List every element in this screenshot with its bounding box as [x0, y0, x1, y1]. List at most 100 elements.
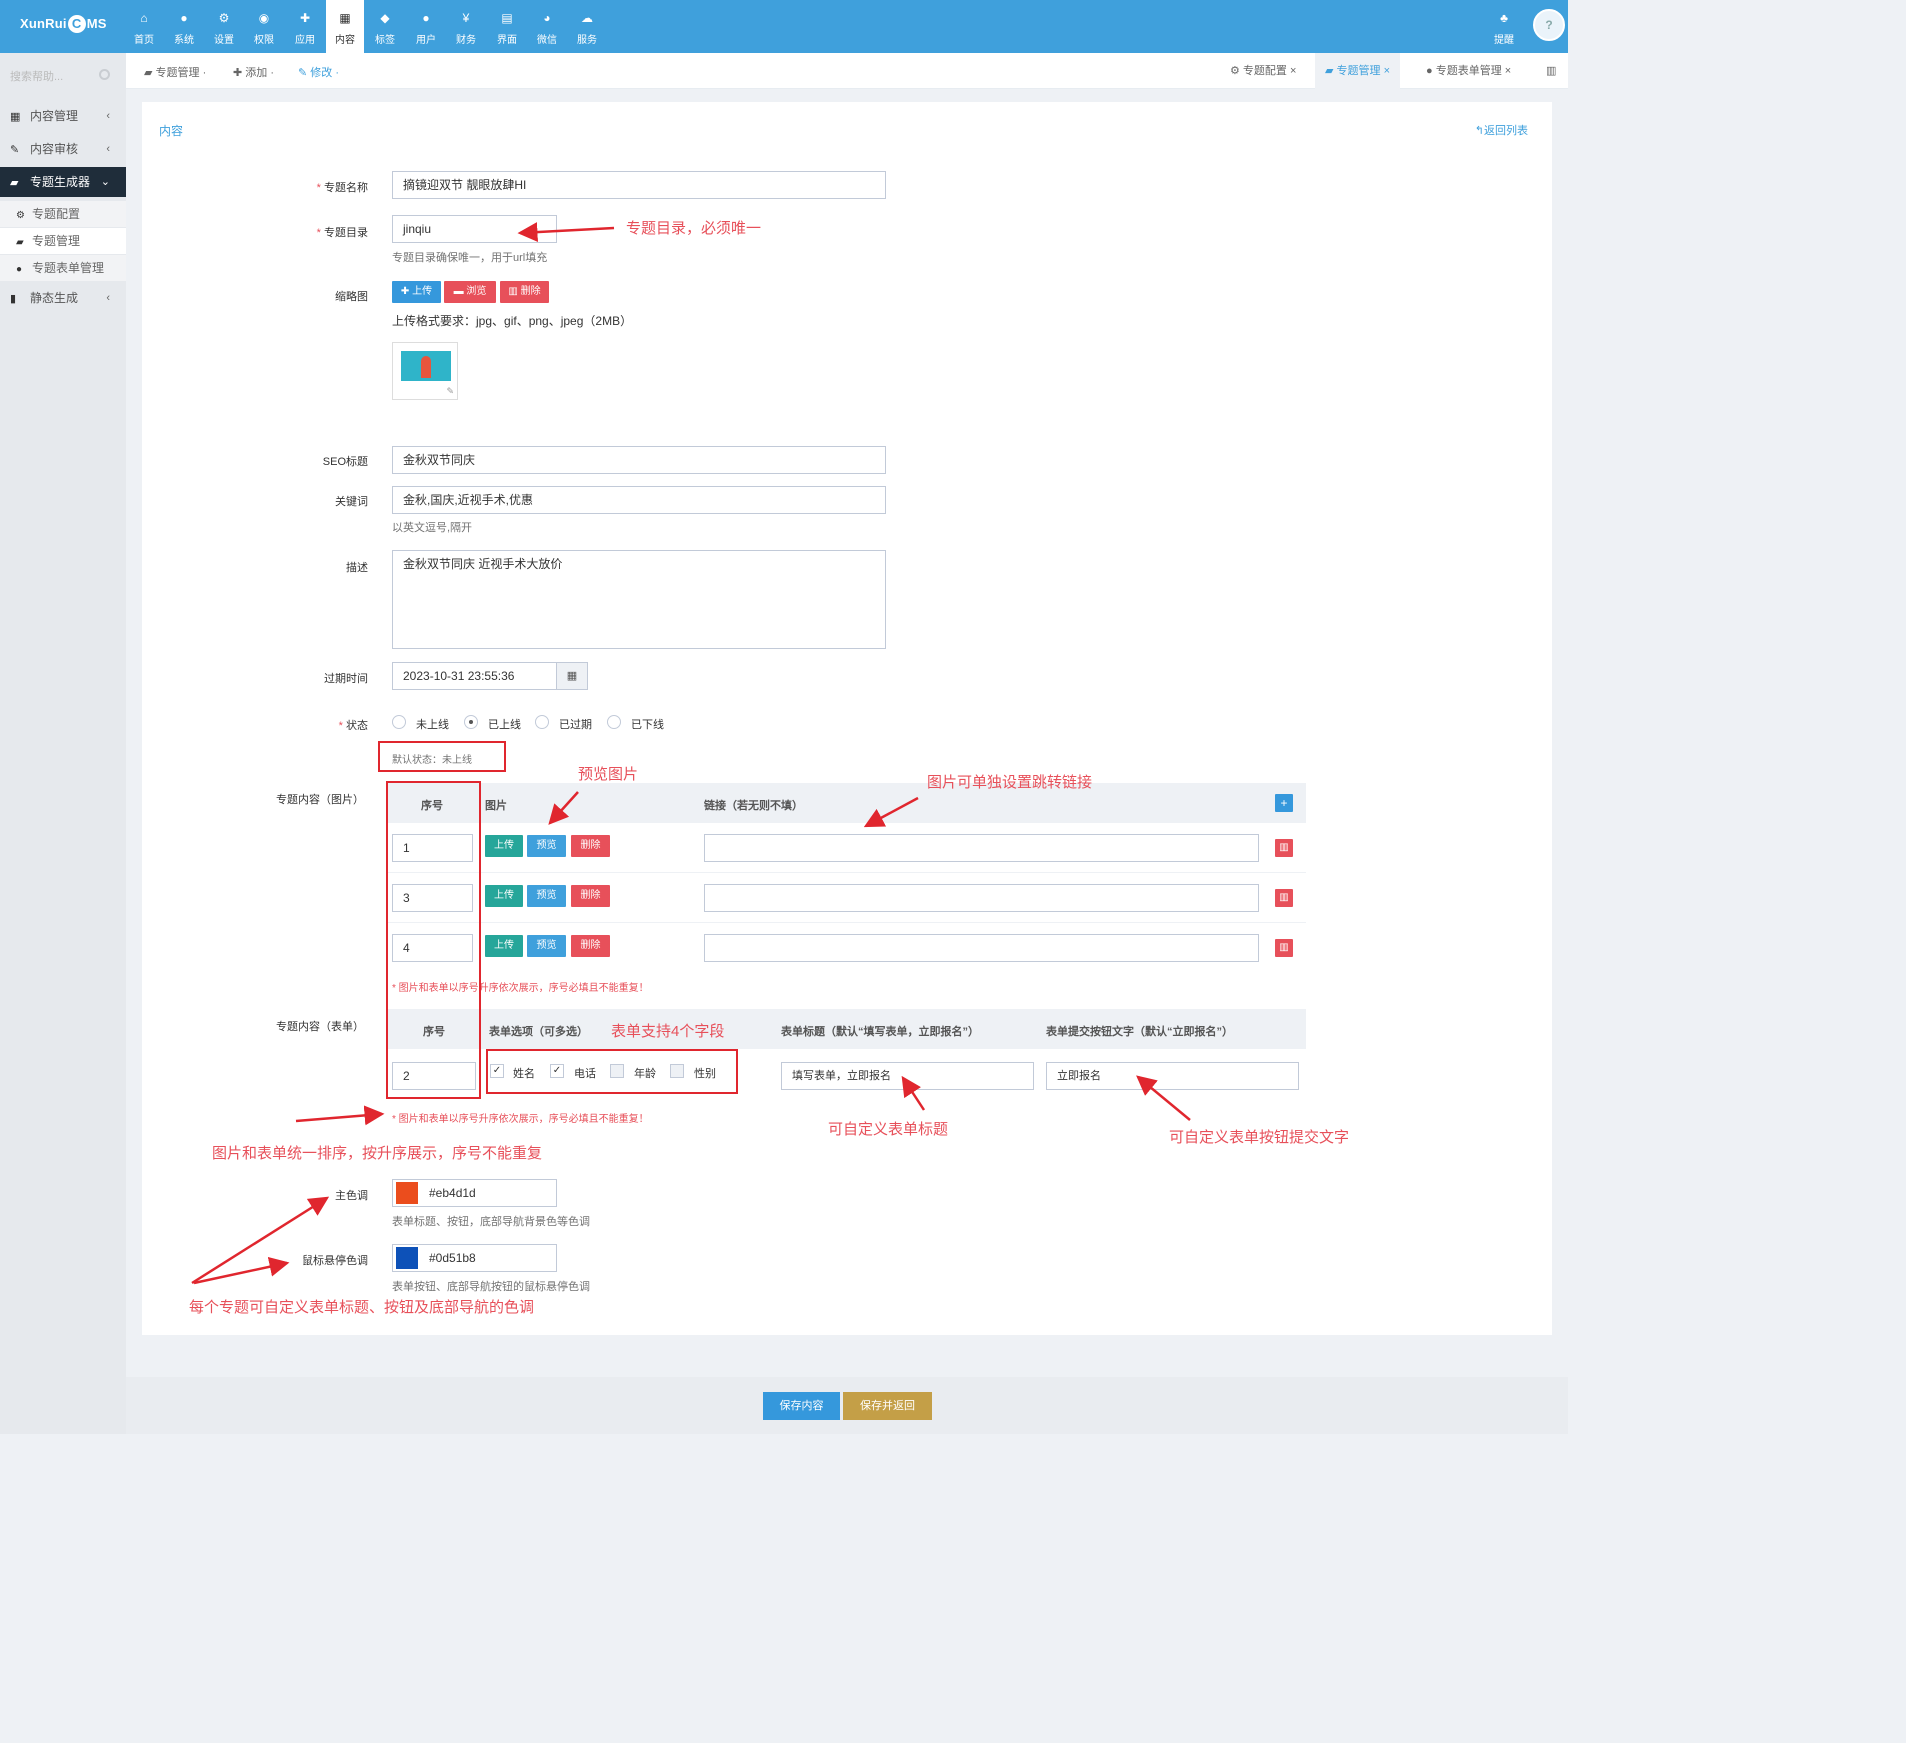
image-table-label: 专题内容（图片）: [276, 794, 364, 806]
annotation-form-fields: 表单支持4个字段: [611, 1023, 725, 1040]
sidebar-sub-topic-form[interactable]: ● 专题表单管理: [0, 255, 126, 281]
image-row-preview-button[interactable]: 预览: [527, 885, 566, 907]
image-row-link-input[interactable]: [704, 934, 1259, 962]
status-radio-online[interactable]: [464, 715, 478, 729]
top-navbar: XunRui C MS ⌂ 首页 ● 系统 ⚙ 设置 ◉ 权限 ✚ 应用 ▦ 内容 ◆ 标签 ● 用…: [0, 0, 1568, 53]
bell-icon: ♣: [1500, 11, 1508, 25]
nav-system[interactable]: ● 系统: [165, 0, 203, 53]
thumbnail-preview[interactable]: ✎: [392, 342, 458, 400]
sidebar-item-topic-generator[interactable]: ▰ 专题生成器 ⌄: [0, 167, 126, 197]
annotation-box-status: [378, 741, 506, 772]
nav-interface[interactable]: ▤ 界面: [488, 0, 526, 53]
reply-icon: ↰: [1474, 125, 1484, 137]
topic-name-input[interactable]: 摘镜迎双节 靓眼放肆HI: [392, 171, 886, 199]
topic-dir-input[interactable]: jinqiu: [392, 215, 557, 243]
nav-apps[interactable]: ✚ 应用: [286, 0, 324, 53]
expire-time-input[interactable]: 2023-10-31 23:55:36: [392, 662, 557, 690]
thumb-browse-button[interactable]: ▬ 浏览: [444, 281, 496, 303]
image-row-upload-button[interactable]: 上传: [485, 885, 523, 907]
chevron-down-icon: ⌄: [100, 176, 110, 188]
nav-users[interactable]: ● 用户: [407, 0, 445, 53]
image-row-upload-button[interactable]: 上传: [485, 935, 523, 957]
image-row-preview-button[interactable]: 预览: [527, 935, 566, 957]
chevron-left-icon: ‹: [106, 292, 110, 304]
status-option-label: 已上线: [488, 719, 521, 731]
edit-icon[interactable]: ✎: [446, 386, 454, 397]
nav-permission[interactable]: ◉ 权限: [245, 0, 283, 53]
status-option-label: 未上线: [416, 719, 449, 731]
search-input[interactable]: 搜索帮助...: [0, 61, 126, 89]
image-row-delete-button[interactable]: 删除: [571, 935, 610, 957]
image-row-link-input[interactable]: [704, 834, 1259, 862]
status-radio-offline[interactable]: [392, 715, 406, 729]
annotation-preview: 预览图片: [578, 766, 639, 783]
status-option-label: 已过期: [559, 719, 592, 731]
avatar[interactable]: ?: [1533, 9, 1565, 41]
status-radio-down[interactable]: [607, 715, 621, 729]
description-label: 描述: [346, 562, 368, 574]
logo[interactable]: XunRui C MS: [20, 15, 107, 33]
nav-home[interactable]: ⌂ 首页: [125, 0, 163, 53]
image-row-upload-button[interactable]: 上传: [485, 835, 523, 857]
back-to-list-link[interactable]: ↰返回列表: [1475, 122, 1528, 138]
form-title-input[interactable]: 填写表单，立即报名: [781, 1062, 1034, 1090]
save-and-back-button[interactable]: 保存并返回: [843, 1392, 932, 1420]
calendar-icon[interactable]: ▦: [556, 662, 588, 690]
thumb-delete-button[interactable]: ▥ 删除: [500, 281, 549, 303]
image-row-link-input[interactable]: [704, 884, 1259, 912]
nav-wechat[interactable]: ◕ 微信: [528, 0, 566, 53]
thumb-upload-button[interactable]: ✚ 上传: [392, 281, 441, 303]
book-icon: ▰: [10, 177, 19, 189]
book-icon: ▰: [1325, 65, 1337, 77]
wechat-icon: ◕: [543, 11, 551, 25]
tab-topic-form[interactable]: ● 专题表单管理 ×: [1416, 53, 1521, 89]
nav-service[interactable]: ☁ 服务: [568, 0, 606, 53]
status-option-label: 已下线: [631, 719, 664, 731]
image-row-delete-button[interactable]: 删除: [571, 885, 610, 907]
main-color-swatch[interactable]: [396, 1182, 418, 1204]
status-radio-expired[interactable]: [535, 715, 549, 729]
sidebar-sub-topic-manage[interactable]: ▰ 专题管理: [0, 228, 126, 254]
annotation-custom-button: 可自定义表单按钮提交文字: [1169, 1129, 1350, 1146]
puzzle-icon: ✚: [299, 11, 311, 25]
nav-content[interactable]: ▦ 内容: [326, 0, 364, 53]
keywords-input[interactable]: 金秋,国庆,近视手术,优惠: [392, 486, 886, 514]
sidebar-item-content-manage[interactable]: ▦ 内容管理 ‹: [0, 101, 126, 131]
trash-icon[interactable]: ▥: [1536, 53, 1566, 89]
hover-color-swatch[interactable]: [396, 1247, 418, 1269]
image-row-preview-button[interactable]: 预览: [527, 835, 566, 857]
sidebar-item-content-audit[interactable]: ✎ 内容审核 ‹: [0, 134, 126, 164]
breadcrumb-add[interactable]: ✚ 添加 ·: [233, 64, 274, 80]
nav-tags[interactable]: ◆ 标签: [366, 0, 404, 53]
description-textarea[interactable]: 金秋双节同庆 近视手术大放价: [392, 550, 886, 649]
form-button-text-input[interactable]: 立即报名: [1046, 1062, 1299, 1090]
add-row-button[interactable]: +: [1275, 794, 1293, 812]
breadcrumb-manage[interactable]: ▰ 专题管理 ·: [144, 64, 206, 80]
keywords-help: 以英文逗号,隔开: [392, 522, 473, 534]
col-form-title: 表单标题（默认“填写表单，立即报名”）: [781, 1026, 979, 1038]
row-trash-button[interactable]: ▥: [1275, 839, 1293, 857]
nav-settings[interactable]: ⚙ 设置: [205, 0, 243, 53]
row-trash-button[interactable]: ▥: [1275, 889, 1293, 907]
save-button[interactable]: 保存内容: [763, 1392, 840, 1420]
annotation-box-options: [486, 1049, 738, 1094]
seo-title-input[interactable]: 金秋双节同庆: [392, 446, 886, 474]
annotation-custom-title: 可自定义表单标题: [828, 1121, 949, 1138]
form-table-note: * 图片和表单以序号升序依次展示，序号必填且不能重复！: [392, 1114, 649, 1125]
hover-color-label: 鼠标悬停色调: [302, 1255, 368, 1267]
yen-icon: ¥: [462, 11, 470, 25]
nav-finance[interactable]: ¥ 财务: [447, 0, 485, 53]
tab-topic-config[interactable]: ⚙ 专题配置 ×: [1220, 53, 1306, 89]
breadcrumb-edit[interactable]: ✎ 修改 ·: [298, 64, 339, 80]
sidebar-sub-topic-config[interactable]: ⚙ 专题配置: [0, 201, 126, 227]
tab-topic-manage[interactable]: ▰ 专题管理 ×: [1315, 53, 1400, 89]
user-icon: ●: [422, 11, 430, 25]
image-row-delete-button[interactable]: 删除: [571, 835, 610, 857]
image-table-header: [387, 783, 1306, 823]
annotation-custom-colors: 每个专题可自定义表单标题、按钮及底部导航的色调: [189, 1299, 535, 1316]
annotation-img-link: 图片可单独设置跳转链接: [927, 774, 1093, 791]
nav-notify[interactable]: ♣ 提醒: [1485, 0, 1523, 53]
user-icon: ●: [16, 264, 23, 275]
sidebar-item-static[interactable]: ▮ 静态生成 ‹: [0, 283, 126, 313]
row-trash-button[interactable]: ▥: [1275, 939, 1293, 957]
